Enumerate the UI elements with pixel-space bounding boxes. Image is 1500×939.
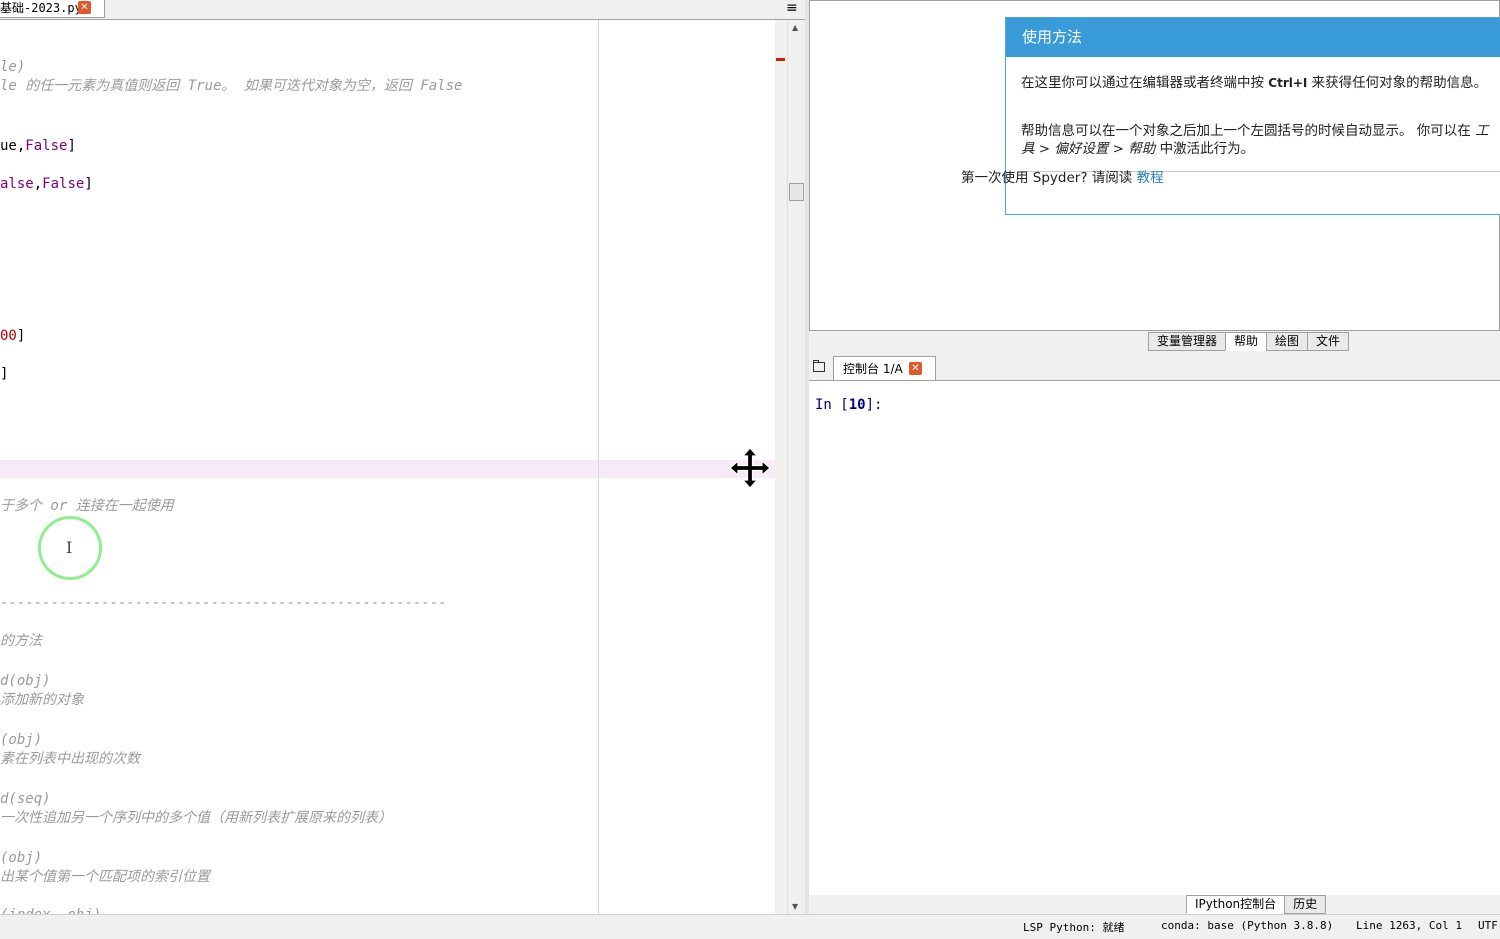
editor-tab-label: 基础-2023.py xyxy=(0,1,82,15)
editor-tab[interactable]: 基础-2023.py ✕ xyxy=(0,0,105,18)
code-line: 素在列表中出现的次数 xyxy=(0,750,140,768)
code-token: 素在列表中出现的次数 xyxy=(0,751,140,767)
code-token: 一次性追加另一个序列中的多个值（用新列表扩展原来的列表） xyxy=(0,810,392,826)
code-token: 出某个值第一个匹配项的索引位置 xyxy=(0,869,210,885)
code-line: ue,False] xyxy=(0,137,76,155)
scroll-up-icon[interactable]: ▲ xyxy=(792,23,798,32)
code-line: le 的任一元素为真值则返回 True。 如果可迭代对象为空，返回 False xyxy=(0,77,462,95)
help-footer-text: 第一次使用 Spyder? 请阅读 xyxy=(961,170,1137,186)
help-p2-text-after: 中激活此行为。 xyxy=(1155,141,1255,157)
help-pane: 使用方法 在这里你可以通过在编辑器或者终端中按 Ctrl+I 来获得任何对象的帮… xyxy=(809,0,1500,331)
code-token: 00 xyxy=(0,328,17,344)
scrollbar-thumb[interactable] xyxy=(789,183,804,201)
editor-tabbar: 基础-2023.py ✕ ≡ xyxy=(0,0,806,20)
warning-marker[interactable] xyxy=(776,58,785,61)
code-token: d(seq) xyxy=(0,791,51,807)
tutorial-link[interactable]: 教程 xyxy=(1137,170,1164,186)
scroll-down-icon[interactable]: ▼ xyxy=(792,902,798,911)
lsp-status: LSP Python: 就绪 xyxy=(1023,921,1125,934)
code-token: 添加新的对象 xyxy=(0,692,84,708)
help-pane-tab[interactable]: 变量管理器 xyxy=(1148,332,1227,351)
edge-line xyxy=(598,20,599,914)
cursor-position: Line 1263, Col 1 xyxy=(1356,919,1462,932)
help-pane-tab[interactable]: 绘图 xyxy=(1266,332,1309,351)
code-token: alse xyxy=(0,176,34,192)
code-token: ] xyxy=(84,176,93,192)
console-prompt: In [10]: xyxy=(815,397,882,413)
code-token: ] xyxy=(0,366,9,382)
code-editor[interactable]: le) le 的任一元素为真值则返回 True。 如果可迭代对象为空，返回 Fal… xyxy=(0,20,775,914)
file-encoding: UTF-8 xyxy=(1478,919,1500,932)
code-token: d(obj) xyxy=(0,673,51,689)
help-p1-text-before: 在这里你可以通过在编辑器或者终端中按 xyxy=(1021,75,1269,91)
shortcut-key: Ctrl+I xyxy=(1268,76,1308,90)
console-tab-close-icon[interactable]: ✕ xyxy=(909,362,922,375)
move-cursor-icon xyxy=(729,447,771,489)
help-p1-text-after: 来获得任何对象的帮助信息。 xyxy=(1307,75,1488,91)
help-pane-tab[interactable]: 帮助 xyxy=(1225,332,1268,351)
code-token: ] xyxy=(67,138,76,154)
code-token: 的方法 xyxy=(0,633,42,649)
code-token: 于多个 or 连接在一起使用 xyxy=(0,498,174,514)
help-footer-text-wrap: 第一次使用 Spyder? 请阅读 教程 xyxy=(961,166,1164,186)
console-pane-tab[interactable]: 历史 xyxy=(1284,895,1327,914)
editor-overview-bar xyxy=(775,20,787,914)
help-paragraph-1: 在这里你可以通过在编辑器或者终端中按 Ctrl+I 来获得任何对象的帮助信息。 xyxy=(1021,74,1500,92)
console-tab[interactable]: 控制台 1/A ✕ xyxy=(833,356,936,380)
current-line-highlight xyxy=(0,460,775,478)
code-token: (obj) xyxy=(0,850,43,866)
code-line: alse,False] xyxy=(0,175,93,193)
help-pane-tabs: 变量管理器 帮助 绘图 文件 xyxy=(1148,332,1350,351)
code-token: (index, obj) xyxy=(0,907,101,914)
code-line: 的方法 xyxy=(0,632,42,650)
prompt-number: 10 xyxy=(848,397,866,413)
code-line: (obj) xyxy=(0,849,42,867)
help-title: 使用方法 xyxy=(1006,18,1500,57)
code-token: ue, xyxy=(0,138,26,154)
code-token: (obj) xyxy=(0,732,43,748)
prompt-prefix: In [ xyxy=(815,397,849,413)
ipython-console[interactable]: In [10]: xyxy=(809,381,1500,895)
code-line: d(obj) xyxy=(0,672,51,690)
console-pane-tab[interactable]: IPython控制台 xyxy=(1186,895,1286,914)
code-token: False xyxy=(25,138,68,154)
help-p2-text-before: 帮助信息可以在一个对象之后加上一个左圆括号的时候自动显示。 你可以在 xyxy=(1021,123,1476,139)
code-token: ----------------------------------------… xyxy=(0,595,447,611)
code-token: , xyxy=(33,176,43,192)
editor-scrollbar[interactable]: ▲ ▼ xyxy=(787,20,805,914)
code-line: d(seq) xyxy=(0,790,51,808)
console-tabbar: 控制台 1/A ✕ xyxy=(809,354,1500,381)
folder-browse-icon[interactable] xyxy=(813,360,825,372)
help-pane-tab[interactable]: 文件 xyxy=(1307,332,1350,351)
code-line: 一次性追加另一个序列中的多个值（用新列表扩展原来的列表） xyxy=(0,809,392,827)
code-line: 出某个值第一个匹配项的索引位置 xyxy=(0,868,210,886)
code-line: ] xyxy=(0,365,8,383)
console-pane-tabs: IPython控制台 历史 xyxy=(1186,895,1327,914)
conda-status: conda: base (Python 3.8.8) xyxy=(1161,919,1334,932)
code-token: le 的任一元素为真值则返回 True。 如果可迭代对象为空，返回 False xyxy=(0,78,463,94)
code-token: False xyxy=(42,176,85,192)
prompt-suffix: ]: xyxy=(865,397,883,413)
help-paragraph-2: 帮助信息可以在一个对象之后加上一个左圆括号的时候自动显示。 你可以在 工具 > … xyxy=(1021,122,1500,158)
status-bar: LSP Python: 就绪 conda: base (Python 3.8.8… xyxy=(0,914,1500,939)
code-line: (index, obj) xyxy=(0,906,101,914)
code-line: 00] xyxy=(0,327,25,345)
text-cursor-icon: I xyxy=(66,538,73,557)
code-line: 添加新的对象 xyxy=(0,691,84,709)
code-token: le) xyxy=(0,59,26,75)
hamburger-menu-icon[interactable]: ≡ xyxy=(786,1,800,15)
console-tab-label: 控制台 1/A xyxy=(843,362,903,376)
code-line: 于多个 or 连接在一起使用 xyxy=(0,497,174,515)
editor-tab-close-icon[interactable]: ✕ xyxy=(78,1,91,14)
code-token: ] xyxy=(16,328,26,344)
code-line: (obj) xyxy=(0,731,42,749)
code-line: ----------------------------------------… xyxy=(0,594,447,612)
code-line: le) xyxy=(0,58,25,76)
